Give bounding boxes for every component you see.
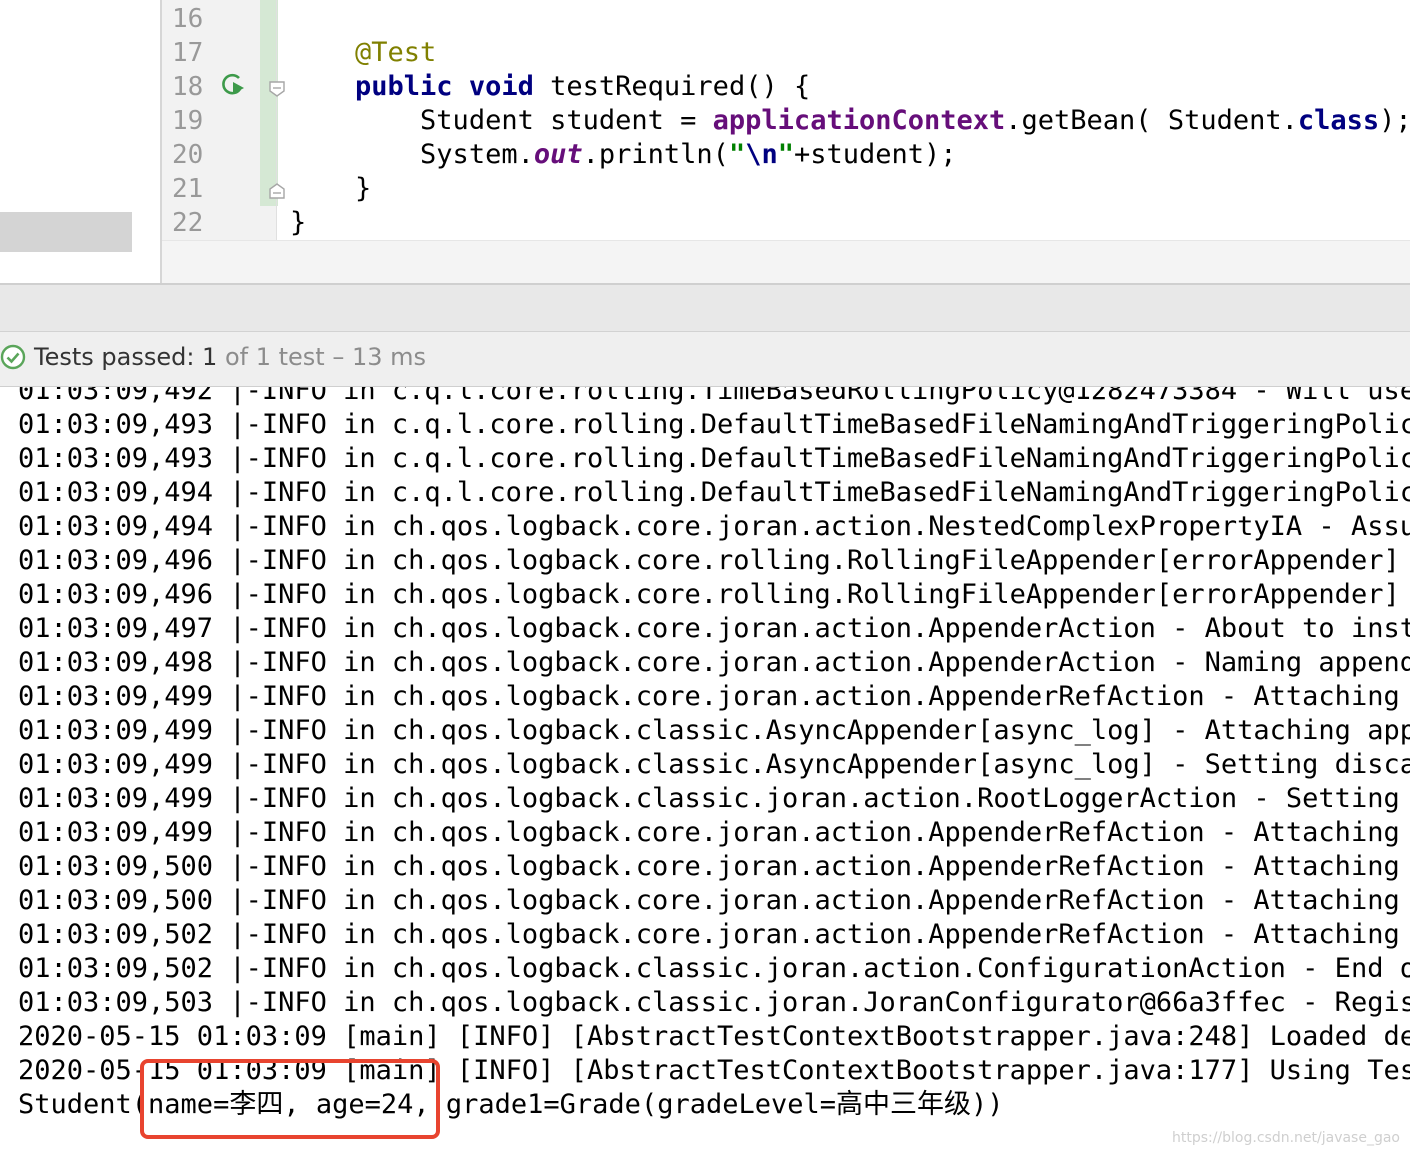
console-output[interactable]: 01:03:09,492 |-INFO in c.q.l.core.rollin… (0, 387, 1410, 1156)
fold-marker-icon[interactable] (268, 182, 286, 200)
keyword: class (1297, 105, 1380, 136)
method-call: .println( (582, 139, 729, 170)
console-line: 01:03:09,499 |-INFO in ch.qos.logback.co… (18, 817, 1410, 848)
keyword: void (468, 71, 534, 102)
console-line: 01:03:09,499 |-INFO in ch.qos.logback.cl… (18, 783, 1410, 814)
tool-window-toolbar (0, 285, 1410, 331)
console-line: 01:03:09,494 |-INFO in c.q.l.core.rollin… (18, 477, 1410, 508)
line-number: 17 (172, 38, 204, 68)
code-line[interactable]: System.out.println("\n"+student); (290, 138, 957, 172)
console-line: 01:03:09,499 |-INFO in ch.qos.logback.cl… (18, 749, 1410, 780)
code-line[interactable]: } (290, 206, 306, 240)
run-test-icon[interactable] (218, 70, 248, 100)
fold-marker-icon[interactable] (268, 80, 286, 98)
line-number: 18 (172, 72, 204, 102)
code-line[interactable]: public void testRequired() { (290, 70, 810, 104)
string-literal: " (728, 139, 746, 170)
field-reference: applicationContext (712, 105, 1006, 136)
watermark: https://blog.csdn.net/javase_gao (1171, 1130, 1400, 1146)
check-circle-icon (0, 344, 26, 370)
tests-summary: of 1 test – 13 ms (217, 343, 427, 371)
console-line: 01:03:09,500 |-INFO in ch.qos.logback.co… (18, 885, 1410, 916)
class-ref: System. (420, 139, 534, 170)
method-signature: testRequired() { (533, 71, 811, 102)
statement-end: ); (1379, 105, 1410, 136)
code-line[interactable]: } (290, 172, 371, 206)
concat-expression: +student); (793, 139, 957, 170)
keyword: public (355, 71, 453, 102)
method-call: .getBean( Student. (1005, 105, 1298, 136)
console-line: 01:03:09,494 |-INFO in ch.qos.logback.co… (18, 511, 1410, 542)
code-editor[interactable]: 16 17 18 19 20 21 22 @Test public void t… (0, 0, 1410, 284)
console-line: 01:03:09,493 |-INFO in c.q.l.core.rollin… (18, 443, 1410, 474)
line-number: 21 (172, 174, 204, 204)
console-line: 01:03:09,502 |-INFO in ch.qos.logback.co… (18, 919, 1410, 950)
console-line: 01:03:09,496 |-INFO in ch.qos.logback.co… (18, 579, 1410, 610)
line-number: 22 (172, 208, 204, 238)
line-number: 20 (172, 140, 204, 170)
console-line: 01:03:09,498 |-INFO in ch.qos.logback.co… (18, 647, 1410, 678)
test-status-text: Tests passed: 1 of 1 test – 13 ms (34, 332, 426, 382)
static-field: out (533, 139, 583, 170)
console-line: 01:03:09,493 |-INFO in c.q.l.core.rollin… (18, 409, 1410, 440)
project-panel[interactable] (0, 0, 132, 252)
console-line: 01:03:09,496 |-INFO in ch.qos.logback.co… (18, 545, 1410, 576)
line-number: 19 (172, 106, 204, 136)
line-number: 16 (172, 4, 204, 34)
code-line[interactable]: @Test (290, 36, 436, 70)
console-line: 01:03:09,499 |-INFO in ch.qos.logback.cl… (18, 715, 1410, 746)
project-selected-row[interactable] (0, 212, 132, 252)
annotation: @Test (355, 37, 437, 68)
console-line: 01:03:09,502 |-INFO in ch.qos.logback.cl… (18, 953, 1410, 984)
test-status-bar: Tests passed: 1 of 1 test – 13 ms (0, 331, 1410, 387)
editor-bottom-area (162, 241, 1410, 283)
closing-brace: } (355, 173, 372, 204)
console-line: 01:03:09,500 |-INFO in ch.qos.logback.co… (18, 851, 1410, 882)
console-line: 01:03:09,497 |-INFO in ch.qos.logback.co… (18, 613, 1410, 644)
console-line: 2020-05-15 01:03:09 [main] [INFO] [Abstr… (18, 1021, 1410, 1052)
code-line[interactable]: Student student = applicationContext.get… (290, 104, 1410, 138)
console-line: 01:03:09,492 |-INFO in c.q.l.core.rollin… (18, 387, 1410, 406)
tests-passed-label: Tests passed: 1 (34, 343, 218, 371)
gutter-edge (276, 0, 277, 240)
console-line: 01:03:09,499 |-INFO in ch.qos.logback.co… (18, 681, 1410, 712)
console-line: 01:03:09,503 |-INFO in ch.qos.logback.cl… (18, 987, 1410, 1018)
variable-decl: student = (533, 105, 713, 136)
string-literal: " (777, 139, 794, 170)
closing-brace: } (290, 207, 307, 238)
highlight-annotation (140, 1059, 440, 1139)
type-name: Student (420, 105, 534, 136)
escape-sequence: \n (745, 139, 778, 170)
